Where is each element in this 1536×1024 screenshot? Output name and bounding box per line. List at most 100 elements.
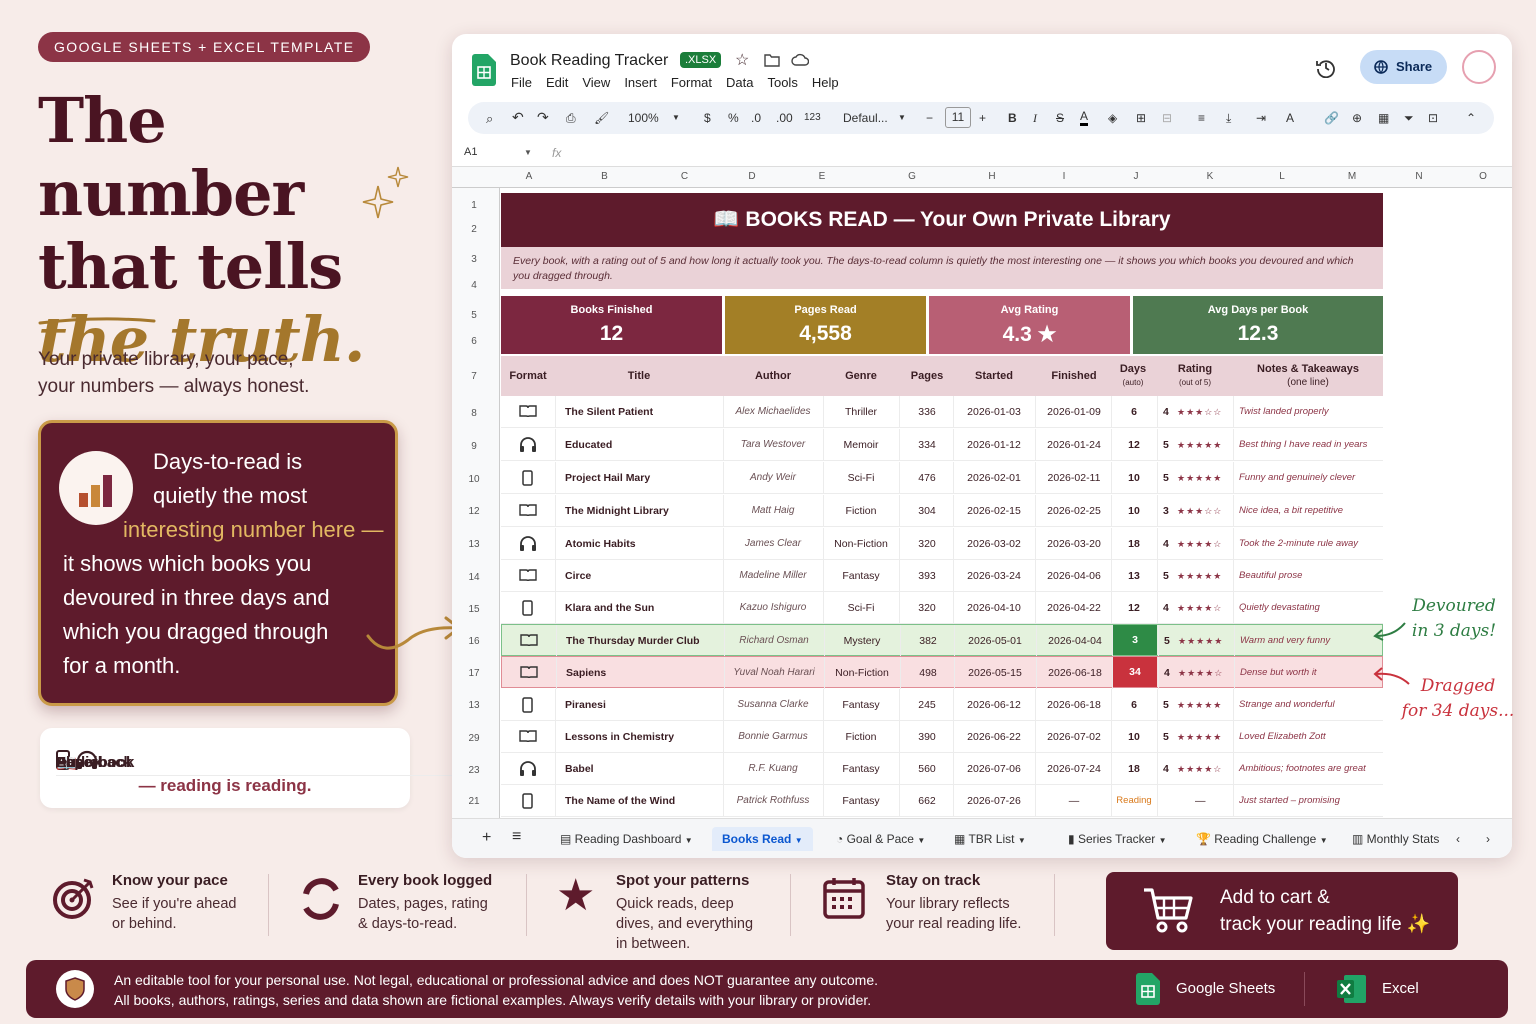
cell-title[interactable]: Educated bbox=[565, 439, 725, 451]
row-header[interactable]: 7 bbox=[452, 371, 496, 382]
cell-genre[interactable]: Mystery bbox=[824, 635, 900, 647]
italic-button[interactable]: I bbox=[1033, 111, 1037, 126]
cell-started[interactable]: 2026-02-01 bbox=[953, 472, 1035, 484]
version-history-icon[interactable] bbox=[1316, 58, 1336, 78]
cell-author[interactable]: Madeline Miller bbox=[723, 570, 823, 581]
bold-button[interactable]: B bbox=[1008, 111, 1017, 125]
menu-insert[interactable]: Insert bbox=[624, 75, 657, 90]
cell-genre[interactable]: Fantasy bbox=[823, 763, 899, 775]
redo-icon[interactable]: ↷ bbox=[537, 109, 549, 126]
add-to-cart-button[interactable]: Add to cart & track your reading life ✨ bbox=[1106, 872, 1458, 950]
cell-author[interactable]: Kazuo Ishiguro bbox=[723, 602, 823, 613]
cell-genre[interactable]: Non-Fiction bbox=[824, 667, 900, 679]
cell-pages[interactable]: 245 bbox=[901, 699, 953, 711]
cell-stars[interactable]: ★★★★★ bbox=[1177, 732, 1237, 743]
cell-stars[interactable]: ★★★★★ bbox=[1177, 440, 1237, 451]
cell-days[interactable]: 13 bbox=[1111, 570, 1157, 582]
text-color-icon[interactable]: A bbox=[1080, 109, 1089, 126]
column-header[interactable]: O bbox=[1451, 171, 1512, 182]
text-wrap-icon[interactable]: ⇥ bbox=[1256, 111, 1266, 125]
cell-finished[interactable]: — bbox=[1035, 795, 1113, 807]
filter-icon[interactable]: ⏷ bbox=[1404, 111, 1414, 126]
align-horizontal-icon[interactable]: ≡ bbox=[1198, 111, 1205, 125]
row-header[interactable]: 29 bbox=[452, 733, 496, 744]
cell-started[interactable]: 2026-03-24 bbox=[953, 570, 1035, 582]
align-vertical-icon[interactable]: ⤓ bbox=[1226, 111, 1231, 126]
cell-note[interactable]: Quietly devastating bbox=[1239, 602, 1383, 613]
row-header[interactable]: 12 bbox=[452, 506, 496, 517]
cell-finished[interactable]: 2026-04-22 bbox=[1035, 602, 1113, 614]
strikethrough-icon[interactable]: S bbox=[1056, 111, 1064, 125]
tab-goal-pace[interactable]: ◔ Goal & Pace ▼ bbox=[836, 832, 925, 846]
column-header[interactable]: D bbox=[717, 171, 787, 182]
column-header[interactable]: C bbox=[652, 171, 717, 182]
cell-genre[interactable]: Fiction bbox=[823, 731, 899, 743]
column-header[interactable]: L bbox=[1247, 171, 1317, 182]
cell-finished[interactable]: 2026-02-11 bbox=[1035, 472, 1113, 484]
cell-stars[interactable]: ★★★★★ bbox=[1177, 571, 1237, 582]
all-sheets-menu-icon[interactable]: ≡ bbox=[512, 828, 521, 846]
insert-chart-icon[interactable]: ▦ bbox=[1378, 111, 1389, 125]
add-sheet-button[interactable]: + bbox=[482, 829, 491, 847]
cell-finished[interactable]: 2026-01-24 bbox=[1035, 439, 1113, 451]
cell-author[interactable]: Alex Michaelides bbox=[723, 406, 823, 417]
cell-stars[interactable]: ★★★★☆ bbox=[1177, 764, 1237, 775]
scroll-tabs-left-icon[interactable]: ‹ bbox=[1456, 832, 1460, 846]
decrease-decimal-button[interactable]: .0 bbox=[751, 111, 761, 125]
cell-pages[interactable]: 304 bbox=[901, 505, 953, 517]
table-row[interactable]: Sapiens Yuval Noah Harari Non-Fiction 498 20… bbox=[501, 656, 1383, 689]
cell-note[interactable]: Took the 2-minute rule away bbox=[1239, 538, 1383, 549]
row-header[interactable]: 14 bbox=[452, 572, 496, 583]
cell-title[interactable]: Klara and the Sun bbox=[565, 602, 725, 614]
cell-started[interactable]: 2026-05-01 bbox=[954, 635, 1036, 647]
header-pages[interactable]: Pages bbox=[901, 356, 953, 396]
cell-days[interactable]: 12 bbox=[1111, 439, 1157, 451]
cell-note[interactable]: Ambitious; footnotes are great bbox=[1239, 763, 1383, 774]
cell-days[interactable]: 18 bbox=[1111, 763, 1157, 775]
borders-icon[interactable]: ⊞ bbox=[1136, 111, 1146, 125]
header-title[interactable]: Title bbox=[557, 356, 721, 396]
comment-icon[interactable]: ⊕ bbox=[1352, 111, 1362, 125]
cell-author[interactable]: James Clear bbox=[723, 538, 823, 549]
row-header[interactable]: 15 bbox=[452, 604, 496, 615]
increase-decimal-button[interactable]: .00 bbox=[776, 111, 793, 125]
row-header[interactable]: 13 bbox=[452, 700, 496, 711]
scroll-tabs-right-icon[interactable]: › bbox=[1486, 832, 1490, 846]
cell-pages[interactable]: 336 bbox=[901, 406, 953, 418]
cell-title[interactable]: The Midnight Library bbox=[565, 505, 725, 517]
table-row[interactable]: The Silent Patient Alex Michaelides Thrill… bbox=[501, 396, 1383, 428]
cell-started[interactable]: 2026-06-22 bbox=[953, 731, 1035, 743]
decrease-font-size-button[interactable]: − bbox=[926, 111, 933, 125]
cell-rating[interactable]: 4 bbox=[1163, 538, 1177, 550]
cell-pages[interactable]: 334 bbox=[901, 439, 953, 451]
cell-note[interactable]: Strange and wonderful bbox=[1239, 699, 1383, 710]
cell-genre[interactable]: Fantasy bbox=[823, 699, 899, 711]
tab-tbr-list[interactable]: ▦ TBR List ▼ bbox=[954, 832, 1026, 846]
cell-started[interactable]: 2026-03-02 bbox=[953, 538, 1035, 550]
increase-font-size-button[interactable]: + bbox=[979, 111, 986, 125]
paint-format-icon[interactable]: 🖌 bbox=[594, 111, 609, 125]
cell-note[interactable]: Loved Elizabeth Zott bbox=[1239, 731, 1383, 742]
cell-stars[interactable]: ★★★★☆ bbox=[1177, 539, 1237, 550]
cell-pages[interactable]: 498 bbox=[902, 667, 954, 679]
cell-title[interactable]: Babel bbox=[565, 763, 725, 775]
cell-finished[interactable]: 2026-03-20 bbox=[1035, 538, 1113, 550]
header-genre[interactable]: Genre bbox=[823, 356, 899, 396]
cell-author[interactable]: Tara Westover bbox=[723, 439, 823, 450]
cell-title[interactable]: The Name of the Wind bbox=[565, 795, 725, 807]
folder-move-icon[interactable] bbox=[764, 53, 780, 67]
table-row[interactable]: The Name of the Wind Patrick Rothfuss Fant… bbox=[501, 785, 1383, 817]
column-header[interactable]: M bbox=[1317, 171, 1387, 182]
cell-rating[interactable]: 4 bbox=[1164, 667, 1178, 679]
cell-note[interactable]: Twist landed properly bbox=[1239, 406, 1383, 417]
cell-pages[interactable]: 320 bbox=[901, 602, 953, 614]
cell-pages[interactable]: 662 bbox=[901, 795, 953, 807]
cell-started[interactable]: 2026-01-12 bbox=[953, 439, 1035, 451]
cell-pages[interactable]: 382 bbox=[902, 635, 954, 647]
cell-rating[interactable]: 5 bbox=[1164, 635, 1178, 647]
cell-author[interactable]: Andy Weir bbox=[723, 472, 823, 483]
table-row[interactable]: Project Hail Mary Andy Weir Sci-Fi 476 2026-… bbox=[501, 462, 1383, 494]
merge-cells-icon[interactable]: ⊟ bbox=[1162, 111, 1172, 125]
cell-author[interactable]: Patrick Rothfuss bbox=[723, 795, 823, 806]
cell-days[interactable]: 10 bbox=[1111, 472, 1157, 484]
